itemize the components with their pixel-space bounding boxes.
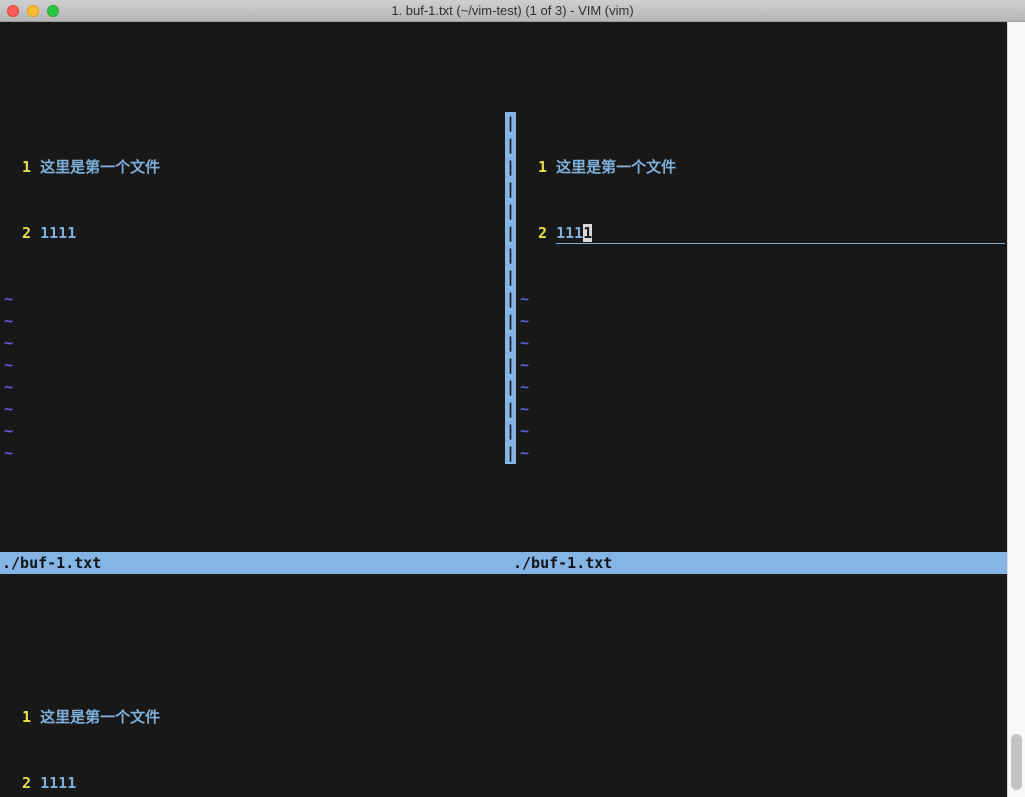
separator-glyph: | [505,398,516,420]
buffer-line: 1 这里是第一个文件 [0,156,505,178]
separator-glyph: | [505,288,516,310]
tilde-line: ~ [516,354,1007,376]
line-number: 2 [4,774,40,792]
text-cursor: 1 [583,224,592,242]
line-number: 2 [4,224,40,242]
empty-lines: ~~~~~~~~~~~~~~ [0,288,505,464]
statusbar-filename-right: ./buf-1.txt [511,552,1007,574]
empty-lines: ~~~~~~~~~~~~~~ [516,288,1007,464]
statusbar-filename-left: ./buf-1.txt [0,552,511,574]
line-text: 这里是第一个文件 [40,708,160,726]
top-split-region: 1 这里是第一个文件 2 1111 ~~~~~~~~~~~~~~ |||||||… [0,112,1007,464]
line-text: 这里是第一个文件 [556,158,676,176]
traffic-lights [7,5,59,17]
separator-glyph: | [505,178,516,200]
tilde-line: ~ [516,310,1007,332]
editor-pane-top-left[interactable]: 1 这里是第一个文件 2 1111 ~~~~~~~~~~~~~~ [0,112,505,464]
tilde-line: ~ [0,288,505,310]
line-number: 1 [4,708,40,726]
separator-glyph: | [505,222,516,244]
tilde-line: ~ [516,332,1007,354]
buffer-line: 2 1111 [0,772,1007,794]
line-number: 1 [520,158,556,176]
scrollbar-track[interactable] [1007,22,1025,797]
separator-glyph: | [505,112,516,134]
buffer-line-active: 2 1111 [516,222,1007,244]
separator-glyph: | [505,376,516,398]
tilde-line: ~ [0,310,505,332]
separator-glyph: | [505,332,516,354]
line-text: 1111 [40,774,76,792]
tilde-line: ~ [0,332,505,354]
vertical-split-separator[interactable]: |||||||||||||||| [505,112,516,464]
editor-pane-bottom[interactable]: 1 这里是第一个文件 2 1111 ~~~~~~~~~~~~~~ [0,662,1007,797]
line-text: 1111 [40,224,76,242]
line-number: 2 [520,224,556,242]
window-title: 1. buf-1.txt (~/vim-test) (1 of 3) - VIM… [391,3,633,18]
separator-glyph: | [505,420,516,442]
statusbar-top[interactable]: ./buf-1.txt ./buf-1.txt [0,552,1007,574]
tilde-line: ~ [516,376,1007,398]
tilde-line: ~ [516,420,1007,442]
zoom-button[interactable] [47,5,59,17]
tilde-line: ~ [0,442,505,464]
separator-glyph: | [505,200,516,222]
separator-glyph: | [505,354,516,376]
tilde-line: ~ [516,288,1007,310]
cursorline-underline [556,243,1005,244]
buffer-line: 1 这里是第一个文件 [516,156,1007,178]
tilde-line: ~ [0,420,505,442]
buffer-line: 2 1111 [0,222,505,244]
tilde-line: ~ [516,398,1007,420]
separator-glyph: | [505,266,516,288]
vim-terminal: 1 这里是第一个文件 2 1111 ~~~~~~~~~~~~~~ |||||||… [0,22,1007,797]
tilde-line: ~ [0,354,505,376]
separator-glyph: | [505,244,516,266]
line-text: 111 [556,224,583,242]
close-button[interactable] [7,5,19,17]
buffer-line: 1 这里是第一个文件 [0,706,1007,728]
line-text: 这里是第一个文件 [40,158,160,176]
tilde-line: ~ [516,442,1007,464]
scrollbar-thumb[interactable] [1011,734,1022,790]
separator-glyph: | [505,156,516,178]
editor-pane-top-right[interactable]: 1 这里是第一个文件 2 1111 ~~~~~~~~~~~~~~ [516,112,1007,464]
separator-glyph: | [505,310,516,332]
separator-glyph: | [505,442,516,464]
separator-glyph: | [505,134,516,156]
minimize-button[interactable] [27,5,39,17]
window-titlebar: 1. buf-1.txt (~/vim-test) (1 of 3) - VIM… [0,0,1025,22]
tilde-line: ~ [0,376,505,398]
tilde-line: ~ [0,398,505,420]
line-number: 1 [4,158,40,176]
